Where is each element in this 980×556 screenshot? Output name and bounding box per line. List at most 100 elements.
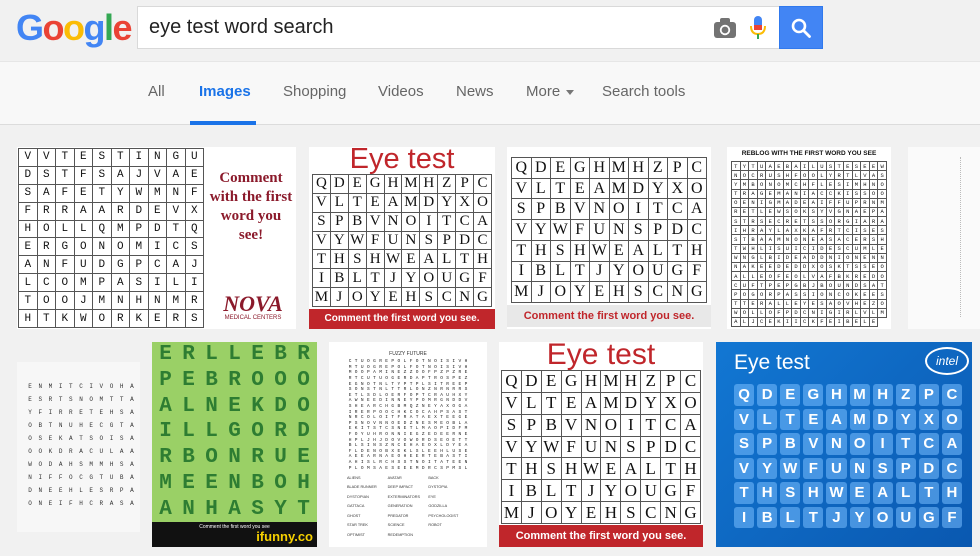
search-input[interactable]: eye test word search	[137, 6, 781, 49]
grid-letter: Y	[561, 502, 582, 524]
tab-all[interactable]: All	[148, 83, 165, 100]
grid-letter: S	[775, 171, 784, 181]
grid-letter: C	[918, 433, 939, 455]
grid-letter: M	[601, 392, 622, 415]
word-list-item: SCIENCE	[387, 523, 405, 528]
logo-letter: g	[83, 7, 106, 48]
grid-letter: Z	[895, 384, 916, 406]
grid-letter: I	[757, 198, 767, 208]
grid-letter: A	[809, 226, 819, 236]
grid-letter: T	[732, 189, 741, 199]
grid-letter: L	[783, 299, 793, 309]
grid-letter: O	[826, 217, 836, 227]
image-result[interactable]: Eye test QDEGHMHZPCVLTEAMDYXOSPBVNOITCAV…	[309, 147, 495, 329]
grid-letter: S	[621, 502, 642, 524]
image-result[interactable]: FUZZY FUTURE CTUOGREPOLFOTNOISIVHMTUOGRE…	[329, 342, 487, 547]
grid-letter: B	[119, 474, 124, 481]
grid-letter: D	[420, 193, 439, 213]
grid-letter: K	[835, 262, 844, 272]
grid-letter: E	[48, 487, 53, 494]
grid-letter: U	[69, 422, 73, 429]
google-logo[interactable]: Google	[16, 7, 133, 48]
grid-letter: E	[89, 487, 93, 494]
grid-letter: E	[182, 471, 195, 495]
grid-letter: N	[869, 253, 879, 263]
grid-letter: A	[159, 497, 172, 521]
image-result-partial[interactable]	[908, 147, 980, 329]
image-result[interactable]: Eye test intel QDEGHMHZPCVLTEAMDYXOSPBVN…	[716, 342, 972, 547]
grid-letter: L	[757, 308, 767, 318]
search-query-text[interactable]: eye test word search	[149, 16, 334, 39]
grid-letter: B	[551, 199, 571, 221]
grid-letter: A	[93, 202, 112, 221]
logo-letter: G	[16, 7, 44, 48]
grid-letter: L	[348, 269, 367, 289]
grid-letter: G	[111, 256, 130, 275]
grid-letter: P	[661, 371, 682, 393]
grid-letter: L	[852, 171, 862, 181]
grid-letter: A	[119, 448, 124, 455]
grid-letter: Y	[330, 231, 349, 251]
grid-letter: L	[648, 240, 668, 262]
image-result[interactable]: QDEGHMHZPCVLTEAMDYXOSPBVNOITCAVYWFUNSPDC…	[507, 147, 711, 329]
grid-letter: S	[783, 207, 793, 217]
grid-letter: S	[19, 184, 38, 203]
grid-letter: O	[800, 171, 810, 181]
grid-letter: P	[130, 220, 149, 239]
grid-letter: A	[130, 461, 134, 468]
grid-letter: Q	[512, 158, 532, 179]
image-result[interactable]: ENMITCIVOHAESRTSNOMTTAYFIRRETEHSAOBTNUHE…	[17, 362, 140, 532]
grid-letter: R	[861, 198, 870, 208]
grid-letter: N	[661, 502, 682, 524]
grid-letter: G	[681, 502, 701, 524]
nova-logo: NOVA MEDICAL CENTERS	[211, 293, 295, 322]
grid-letter: S	[89, 435, 93, 442]
grid-letter: N	[182, 497, 195, 521]
grid-letter: B	[348, 212, 367, 232]
image-result[interactable]: ERLLEBRPEBROOOALNEKDOILLGORDRBONRUEMEENB…	[152, 342, 317, 547]
camera-icon[interactable]	[713, 17, 737, 39]
grid-letter: E	[551, 158, 571, 179]
tab-shopping[interactable]: Shopping	[283, 83, 346, 100]
tab-search-tools[interactable]: Search tools	[602, 83, 685, 100]
grid-letter: O	[757, 290, 767, 300]
grid-letter: O	[757, 180, 767, 190]
grid-letter: O	[843, 290, 853, 300]
grid-letter: G	[456, 269, 475, 289]
grid-letter: M	[775, 198, 784, 208]
grid-letter: I	[783, 317, 793, 327]
grid-letter: U	[852, 244, 862, 254]
grid-letter: O	[28, 422, 32, 429]
grid-letter: S	[734, 433, 755, 455]
grid-letter: U	[895, 506, 916, 528]
tab-more[interactable]: More	[526, 83, 575, 100]
grid-letter: F	[749, 281, 758, 291]
grid-letter: E	[402, 250, 421, 270]
grid-letter: A	[941, 433, 962, 455]
microphone-icon[interactable]	[749, 15, 767, 41]
grid-letter: D	[621, 392, 642, 415]
grid-letter: I	[420, 212, 439, 232]
grid-letter: D	[456, 231, 475, 251]
image-result[interactable]: REBLOG WITH THE FIRST WORD YOU SEE TYTUA…	[727, 147, 891, 329]
grid-letter: L	[895, 482, 916, 504]
grid-letter: T	[661, 458, 682, 481]
word-list-item: GODZILLA	[428, 504, 448, 509]
grid-letter: H	[19, 310, 38, 328]
tab-images[interactable]: Images	[199, 83, 251, 100]
search-button[interactable]	[779, 6, 823, 49]
grid-letter: T	[648, 199, 668, 221]
grid-letter: J	[74, 292, 93, 311]
image-result[interactable]: Eye test QDEGHMHZPCVLTEAMDYXOSPBVNOITCAV…	[499, 342, 703, 547]
grid-letter: E	[800, 198, 810, 208]
grid-letter: S	[119, 500, 124, 507]
word-list-item: GHOST	[347, 513, 361, 518]
grid-letter: H	[687, 240, 707, 262]
grid-letter: P	[783, 308, 793, 318]
word-grid: QDEGHMHZPCVLTEAMDYXOSPBVNOITCAVYWFUNSPDC…	[511, 157, 707, 303]
grid-letter: C	[757, 317, 767, 327]
image-result[interactable]: VVTESTINGUDSTFSAJVAESAFETYWMNFFRRAARDEVX…	[17, 147, 296, 329]
tab-news[interactable]: News	[456, 83, 494, 100]
tab-videos[interactable]: Videos	[378, 83, 424, 100]
caption-line: with the first	[209, 189, 293, 205]
